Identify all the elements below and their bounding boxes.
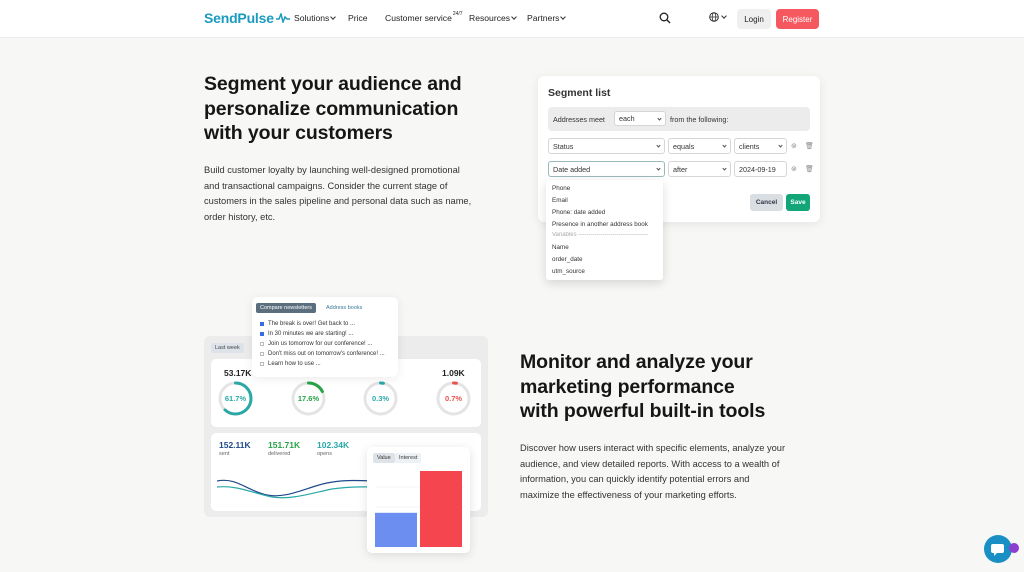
- chat-widget-button[interactable]: [984, 535, 1012, 563]
- trend-lines: [217, 479, 377, 499]
- checkbox-icon[interactable]: [260, 332, 264, 336]
- settings-icon[interactable]: ⊚: [791, 165, 797, 173]
- bar-1: [420, 471, 462, 547]
- last-week-tab[interactable]: Last week: [211, 343, 244, 353]
- stat-ring: 61.7%: [217, 380, 254, 417]
- login-button[interactable]: Login: [737, 9, 771, 29]
- dropdown-item-presence[interactable]: Presence in another address book: [552, 221, 648, 228]
- opens-label: opens: [317, 451, 332, 457]
- delivered-count: 151.71K: [268, 440, 301, 450]
- bar-comparison-chart: [375, 471, 465, 547]
- chevron-down-icon: [722, 143, 727, 148]
- nav-price[interactable]: Price: [348, 13, 368, 23]
- chevron-down-icon: [722, 166, 727, 171]
- chevron-down-icon: [657, 116, 662, 121]
- date-field-select[interactable]: Date added: [548, 161, 665, 177]
- date-operator-select[interactable]: after: [668, 161, 731, 177]
- match-condition-bar: Addresses meet each from the following:: [548, 107, 810, 131]
- tab-interest[interactable]: Interest: [395, 453, 422, 463]
- newsletter-item[interactable]: Learn how to use ...: [260, 361, 321, 367]
- nav-resources[interactable]: Resources: [469, 13, 517, 23]
- delivered-label: delivered: [268, 451, 291, 457]
- compare-newsletters-card: Compare newsletters Address books The br…: [252, 297, 398, 377]
- dropdown-item-order-date[interactable]: order_date: [552, 256, 582, 263]
- condition-value-select[interactable]: clients: [734, 138, 787, 154]
- nav-solutions[interactable]: Solutions: [294, 13, 337, 23]
- save-button[interactable]: Save: [786, 194, 810, 211]
- checkbox-icon[interactable]: [260, 322, 264, 326]
- checkbox-icon[interactable]: [260, 352, 264, 356]
- match-mode-select[interactable]: each: [614, 111, 666, 126]
- bar-0: [375, 512, 417, 547]
- checkbox-icon[interactable]: [260, 342, 264, 346]
- register-button[interactable]: Register: [776, 9, 819, 29]
- condition-operator-select[interactable]: equals: [668, 138, 731, 154]
- addresses-meet-label: Addresses meet: [553, 115, 605, 124]
- tab-value[interactable]: Value: [373, 453, 395, 463]
- chevron-down-icon: [511, 14, 517, 20]
- value-interest-card: Value Interest: [367, 447, 470, 553]
- stat-ring: 0.7%: [435, 380, 472, 417]
- chat-bubble-icon: [991, 544, 1004, 556]
- monitor-heading: Monitor and analyze your marketing perfo…: [520, 351, 766, 422]
- dropdown-item-name[interactable]: Name: [552, 244, 569, 251]
- settings-icon[interactable]: ⊚: [791, 142, 797, 150]
- field-dropdown-menu: Phone Email Phone: date added Presence i…: [546, 180, 663, 280]
- dropdown-item-utm-source[interactable]: utm_source: [552, 268, 585, 275]
- search-icon[interactable]: [659, 12, 671, 24]
- sent-label: sent: [219, 451, 230, 457]
- stat-number: 1.09K: [442, 368, 465, 378]
- chevron-down-icon: [330, 14, 337, 20]
- dropdown-item-phone[interactable]: Phone: [552, 185, 570, 192]
- opens-count: 102.34K: [317, 440, 350, 450]
- stat-ring: 17.6%: [290, 380, 327, 417]
- chevron-down-icon: [721, 12, 727, 19]
- chevron-down-icon: [778, 143, 783, 148]
- tab-address-books[interactable]: Address books: [322, 303, 366, 313]
- cancel-button[interactable]: Cancel: [750, 194, 783, 211]
- chevron-down-icon: [560, 14, 567, 20]
- language-selector[interactable]: [709, 12, 727, 22]
- newsletter-item[interactable]: The break is over! Get back to ...: [260, 321, 355, 327]
- segment-list-title: Segment list: [548, 87, 611, 99]
- newsletter-item[interactable]: In 30 minutes we are starting! ...: [260, 331, 353, 337]
- globe-icon: [709, 12, 719, 22]
- date-value-input[interactable]: 2024-09-19: [734, 161, 787, 177]
- tab-compare-newsletters[interactable]: Compare newsletters: [256, 303, 316, 313]
- dropdown-item-phone-date[interactable]: Phone: date added: [552, 209, 605, 216]
- monitor-description: Discover how users interact with specifi…: [520, 443, 786, 500]
- chevron-down-icon: [656, 143, 661, 148]
- sendpulse-logo[interactable]: SendPulse: [204, 10, 290, 26]
- stat-ring: 0.3%: [362, 380, 399, 417]
- nav-customer-service[interactable]: Customer service 24/7: [385, 11, 463, 23]
- nav-partners[interactable]: Partners: [527, 13, 567, 23]
- condition-field-select[interactable]: Status: [548, 138, 665, 154]
- site-header: SendPulse Solutions Price Customer servi…: [0, 0, 1024, 38]
- stat-number: 53.17K: [224, 368, 252, 378]
- checkbox-icon[interactable]: [260, 362, 264, 366]
- chevron-down-icon: [656, 166, 661, 171]
- dropdown-variables-separator: Variables ------------------------------…: [552, 232, 649, 238]
- newsletter-item[interactable]: Don't miss out on tomorrow's conference!…: [260, 351, 385, 357]
- newsletter-item[interactable]: Join us tomorrow for our conference! ...: [260, 341, 372, 347]
- trash-icon[interactable]: 🗑: [805, 142, 814, 150]
- segment-heading: Segment your audience and personalize co…: [204, 73, 462, 144]
- support-badge: 24/7: [452, 11, 463, 17]
- from-following-label: from the following:: [670, 115, 729, 124]
- segment-description: Build customer loyalty by launching well…: [204, 165, 472, 222]
- sent-count: 152.11K: [219, 440, 251, 450]
- dropdown-item-email[interactable]: Email: [552, 197, 568, 204]
- logo-text: SendPulse: [204, 10, 274, 26]
- agent-avatar[interactable]: [1009, 543, 1019, 553]
- pulse-icon: [275, 13, 290, 23]
- trash-icon[interactable]: 🗑: [805, 165, 814, 173]
